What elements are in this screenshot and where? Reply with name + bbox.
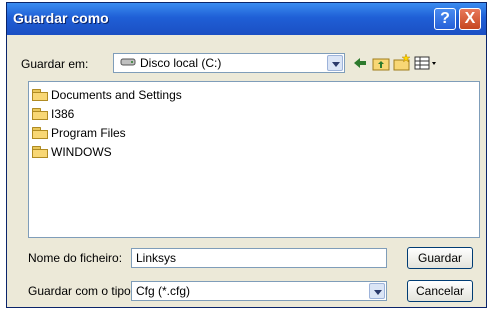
folder-icon (32, 146, 48, 158)
cancel-button[interactable]: Cancelar (407, 280, 473, 302)
look-in-select[interactable]: Disco local (C:) (113, 53, 345, 73)
folder-name: I386 (51, 107, 75, 121)
title-bar[interactable]: Guardar como ? X (7, 3, 486, 35)
back-icon[interactable] (351, 54, 369, 72)
filetype-label: Guardar com o tipo: (28, 284, 135, 298)
new-folder-icon[interactable] (393, 53, 411, 72)
folder-icon (32, 127, 48, 139)
filetype-value: Cfg (*.cfg) (136, 284, 191, 298)
folder-name: Program Files (51, 126, 126, 140)
filename-label: Nome do ficheiro: (28, 251, 123, 265)
drive-icon (120, 56, 136, 71)
folder-name: Documents and Settings (51, 88, 182, 102)
look-in-value: Disco local (C:) (140, 56, 222, 70)
filename-value: Linksys (136, 251, 177, 265)
help-button[interactable]: ? (434, 8, 456, 30)
window-title: Guardar como (13, 10, 109, 26)
file-list[interactable]: Documents and Settings I386 Program File… (28, 81, 480, 238)
folder-name: WINDOWS (51, 145, 112, 159)
filetype-select[interactable]: Cfg (*.cfg) (131, 281, 387, 301)
look-in-label: Guardar em: (21, 57, 89, 71)
save-button[interactable]: Guardar (407, 247, 473, 269)
folder-icon (32, 89, 48, 101)
up-folder-icon[interactable] (372, 54, 390, 72)
folder-icon (32, 108, 48, 120)
save-as-dialog: Guardar como ? X Guardar em: Disco local… (6, 2, 487, 308)
filename-field[interactable]: Linksys (131, 248, 387, 268)
view-menu-icon[interactable] (414, 54, 438, 72)
close-button[interactable]: X (459, 8, 481, 30)
chevron-down-icon[interactable] (327, 55, 343, 71)
chevron-down-icon[interactable] (369, 283, 385, 299)
